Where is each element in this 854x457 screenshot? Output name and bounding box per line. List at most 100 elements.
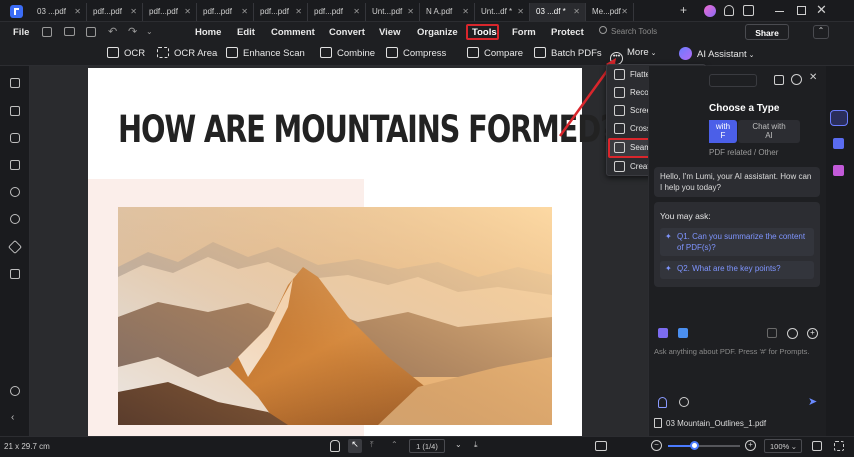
help-icon[interactable]: [10, 386, 20, 396]
close-tab-icon[interactable]: ✕: [353, 7, 360, 16]
history-icon[interactable]: [774, 75, 784, 85]
tab[interactable]: N A.pdf ✕: [420, 3, 475, 21]
hand-tool-icon[interactable]: [330, 440, 340, 452]
translate-icon[interactable]: [678, 328, 688, 338]
prompt-icon[interactable]: [658, 328, 668, 338]
model-select[interactable]: [709, 74, 757, 87]
add-tab-icon[interactable]: +: [680, 3, 687, 17]
tab[interactable]: pdf...pdf ✕: [87, 3, 143, 21]
close-panel-icon[interactable]: ✕: [809, 72, 817, 83]
tab[interactable]: pdf...pdf ✕: [197, 3, 254, 21]
suggestion-q1[interactable]: ✦ Q1. Can you summarize the content of PD…: [660, 228, 814, 256]
close-tab-icon[interactable]: ✕: [462, 7, 469, 16]
tab[interactable]: 03 ...pdf ✕: [31, 3, 87, 21]
tab[interactable]: Unt...pdf ✕: [366, 3, 420, 21]
list-icon[interactable]: [10, 160, 20, 170]
close-tab-icon[interactable]: ✕: [74, 7, 81, 16]
first-page-icon[interactable]: ⤒: [370, 440, 374, 450]
tab[interactable]: pdf...pdf ✕: [254, 3, 308, 21]
lightbulb-icon[interactable]: [658, 397, 667, 408]
close-tab-icon[interactable]: ✕: [621, 7, 628, 16]
zoom-select[interactable]: 100% ⌄: [764, 439, 802, 453]
search-panel-icon[interactable]: [10, 214, 20, 224]
menu-comment[interactable]: Comment: [271, 27, 315, 38]
menu-view[interactable]: View: [379, 27, 400, 38]
menu-form[interactable]: Form: [512, 27, 536, 38]
undo-icon[interactable]: ↶: [108, 25, 117, 38]
signature-icon[interactable]: [10, 269, 20, 279]
chat-with-ai-option[interactable]: Chat with AI: [738, 120, 800, 143]
minimize-icon[interactable]: [775, 11, 784, 13]
chat-input[interactable]: Ask anything about PDF. Press '#' for Pr…: [654, 346, 820, 396]
menu-edit[interactable]: Edit: [237, 27, 255, 38]
close-tab-icon[interactable]: ✕: [184, 7, 191, 16]
zoom-slider-handle[interactable]: [690, 441, 699, 450]
zoom-out-icon[interactable]: −: [651, 440, 662, 451]
menu-file[interactable]: File: [13, 27, 29, 38]
comment-icon[interactable]: [10, 133, 20, 143]
bookmark-icon[interactable]: [10, 106, 20, 116]
tab[interactable]: pdf...pdf ✕: [308, 3, 366, 21]
send-icon[interactable]: ➤: [808, 395, 817, 408]
ocr-button[interactable]: OCR: [107, 47, 145, 59]
close-window-icon[interactable]: ✕: [816, 2, 827, 18]
close-tab-icon[interactable]: ✕: [295, 7, 302, 16]
ocr-area-button[interactable]: OCR Area: [157, 47, 217, 59]
close-tab-icon[interactable]: ✕: [517, 7, 524, 16]
tab[interactable]: 03 ...df * ✕: [530, 3, 586, 21]
fullscreen-icon[interactable]: [834, 441, 844, 451]
attached-file[interactable]: 03 Mountain_Outlines_1.pdf: [654, 418, 820, 432]
ai-chat-icon[interactable]: [830, 110, 848, 126]
compare-button[interactable]: Compare: [467, 47, 523, 59]
redo-icon[interactable]: ↷: [128, 25, 137, 38]
page-thumbnail-icon[interactable]: [10, 78, 20, 88]
app-logo[interactable]: [10, 5, 23, 18]
save-icon[interactable]: [42, 27, 52, 37]
close-tab-icon[interactable]: ✕: [407, 7, 414, 16]
help-circle-icon[interactable]: [791, 74, 802, 85]
zoom-slider[interactable]: [668, 441, 740, 450]
ai-assistant-button[interactable]: AI Assistant ⌄: [679, 47, 755, 60]
search-tools[interactable]: Search Tools: [598, 25, 758, 39]
collapse-up-icon[interactable]: ⌃: [813, 25, 829, 39]
maximize-icon[interactable]: [797, 6, 806, 15]
collapse-left-icon[interactable]: ‹: [11, 412, 14, 423]
close-tab-icon[interactable]: ✕: [241, 7, 248, 16]
print-icon[interactable]: [86, 27, 96, 37]
fit-width-icon[interactable]: [812, 441, 822, 451]
menu-organize[interactable]: Organize: [417, 27, 458, 38]
prev-page-icon[interactable]: ⌃: [391, 440, 398, 449]
ai-edit-icon[interactable]: [833, 138, 844, 149]
chat-with-pdf-option[interactable]: with F: [709, 120, 737, 143]
dropdown-chevron-icon[interactable]: ⌄: [146, 27, 153, 36]
next-page-icon[interactable]: ⌄: [455, 440, 462, 449]
folder-icon[interactable]: [64, 27, 75, 36]
compress-button[interactable]: Compress: [386, 47, 446, 59]
page-number-input[interactable]: 1 (1/4): [409, 439, 445, 453]
view-mode-icon[interactable]: [595, 441, 607, 451]
bell-icon[interactable]: [724, 5, 734, 16]
attachment-icon[interactable]: [10, 187, 20, 197]
enhance-scan-button[interactable]: Enhance Scan: [226, 47, 305, 59]
tab[interactable]: pdf...pdf ✕: [143, 3, 197, 21]
ai-check-icon[interactable]: [833, 165, 844, 176]
attach-icon[interactable]: [679, 397, 689, 407]
tab[interactable]: Me...pdf ✕: [586, 3, 634, 21]
menu-convert[interactable]: Convert: [329, 27, 365, 38]
tab[interactable]: Unt...df * ✕: [475, 3, 530, 21]
menu-protect[interactable]: Protect: [551, 27, 584, 38]
menu-home[interactable]: Home: [195, 27, 221, 38]
clock-icon[interactable]: [787, 328, 798, 339]
share-button[interactable]: Share: [745, 24, 789, 40]
layers-icon[interactable]: [7, 239, 23, 255]
suggestion-q2[interactable]: ✦ Q2. What are the key points?: [660, 261, 814, 279]
select-tool-icon[interactable]: ↖: [348, 439, 362, 453]
last-page-icon[interactable]: ⤓: [474, 440, 478, 450]
combine-button[interactable]: Combine: [320, 47, 375, 59]
close-tab-icon[interactable]: ✕: [573, 7, 580, 16]
copy-icon[interactable]: [767, 328, 777, 338]
close-tab-icon[interactable]: ✕: [130, 7, 137, 16]
avatar[interactable]: [704, 5, 716, 17]
feedback-icon[interactable]: [743, 5, 754, 16]
new-chat-icon[interactable]: +: [807, 328, 818, 339]
